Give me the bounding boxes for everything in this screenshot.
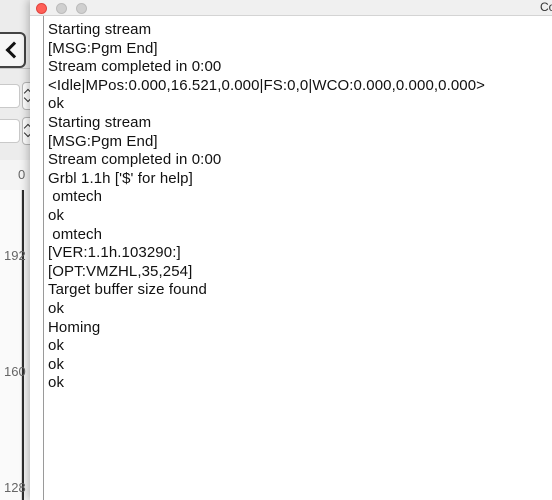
- close-window-button[interactable]: [36, 3, 47, 14]
- ruler-label: 128: [4, 480, 26, 495]
- console-line: Starting stream: [48, 21, 152, 38]
- console-line: [OPT:VMZHL,35,254]: [48, 262, 193, 280]
- ruler-label: 160: [4, 364, 26, 379]
- console-line: omtech: [48, 188, 103, 206]
- console-line: omtech: [48, 225, 103, 243]
- console-line: ok: [48, 95, 65, 113]
- console-line: Grbl 1.1h ['$' for help]: [48, 169, 193, 187]
- zoom-window-button[interactable]: [76, 3, 87, 14]
- console-window: Co Starting stream[MSG:Pgm End]Stream co…: [30, 0, 552, 500]
- ruler-label: 0: [18, 167, 26, 182]
- screen: 0 192 160 128 Co Starting stream[MSG:Pgm…: [0, 0, 552, 500]
- console-line: [MSG:Pgm End]: [48, 39, 158, 57]
- console-output[interactable]: Starting stream [MSG:Pgm End] Stream compl…: [43, 16, 552, 500]
- import-button[interactable]: [0, 32, 26, 68]
- console-log: Starting stream [MSG:Pgm End] Stream compl…: [44, 16, 552, 393]
- canvas-area[interactable]: [0, 190, 22, 500]
- minimize-window-button[interactable]: [56, 3, 67, 14]
- console-line: Starting stream: [48, 113, 152, 131]
- console-line: ok: [48, 355, 65, 373]
- console-line: <Idle|MPos:0.000,16.521,0.000|FS:0,0|WCO…: [48, 76, 486, 94]
- console-line: Stream completed in 0:00: [48, 151, 222, 169]
- window-title: Co: [540, 0, 552, 14]
- title-bar[interactable]: Co: [30, 0, 552, 16]
- console-line: Target buffer size found: [48, 281, 207, 299]
- import-arrow-icon: [5, 41, 23, 59]
- console-line: [VER:1.1h.103290:]: [48, 244, 181, 262]
- console-line: Homing: [48, 318, 101, 336]
- numeric-field-2[interactable]: [0, 119, 20, 143]
- console-line: ok: [48, 337, 65, 355]
- console-line: ok: [48, 299, 65, 317]
- console-line: ok: [48, 374, 65, 392]
- numeric-field-1[interactable]: [0, 84, 20, 108]
- console-line: ok: [48, 206, 65, 224]
- console-line: Stream completed in 0:00: [48, 58, 222, 76]
- ruler-label: 192: [4, 248, 26, 263]
- console-line: [MSG:Pgm End]: [48, 132, 158, 150]
